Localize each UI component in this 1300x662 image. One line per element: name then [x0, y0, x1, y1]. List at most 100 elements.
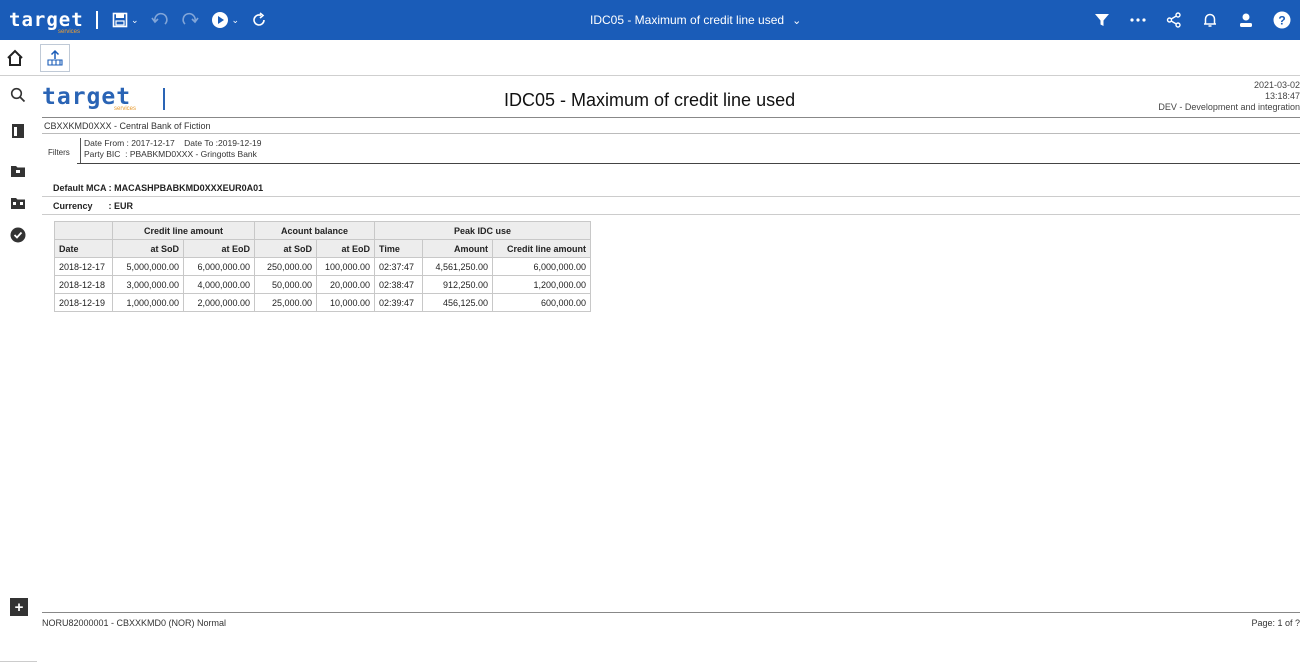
- left-sidebar: [0, 76, 37, 662]
- column-header: Time: [374, 239, 423, 258]
- default-mca: Default MCA : MACASHPBABKMD0XXXEUR0A01: [53, 183, 264, 193]
- table-cell: 4,000,000.00: [183, 275, 255, 294]
- chevron-down-icon: ⌄: [131, 14, 139, 25]
- table-cell: 456,125.00: [422, 293, 493, 312]
- currency-label: Currency: [53, 201, 93, 211]
- footer-status: NORU82000001 - CBXXKMD0 (NOR) Normal: [42, 618, 227, 628]
- help-icon: ?: [1273, 11, 1291, 29]
- more-button[interactable]: [1128, 10, 1148, 30]
- table-cell: 6,000,000.00: [492, 257, 591, 276]
- app-logo: target services: [0, 9, 100, 35]
- table-cell: 25,000.00: [254, 293, 317, 312]
- refresh-button[interactable]: [251, 0, 267, 40]
- shared-folder-icon: [11, 198, 25, 209]
- save-button[interactable]: ⌄: [112, 0, 139, 40]
- table-cell: 250,000.00: [254, 257, 317, 276]
- table-cell: 1,000,000.00: [112, 293, 184, 312]
- group-header-account-balance: Acount balance: [254, 221, 375, 240]
- report-title: IDC05 - Maximum of credit line used: [504, 90, 796, 110]
- divider: [42, 117, 1300, 118]
- filters-box: Date From : 2017-12-17 Date To :2019-12-…: [80, 138, 262, 163]
- top-bar: target services ⌄ ⌄ IDC05 - Maximum of c…: [0, 0, 1300, 40]
- column-header: at EoD: [183, 239, 255, 258]
- table-cell: 5,000,000.00: [112, 257, 184, 276]
- undo-icon: [150, 12, 168, 25]
- table-cell: 2018-12-18: [54, 275, 113, 294]
- run-icon: [211, 12, 228, 28]
- folder-icon: [11, 166, 25, 177]
- document-icon: [12, 124, 24, 138]
- upload-button[interactable]: [40, 44, 70, 72]
- report-date: 2021-03-02: [1253, 80, 1300, 90]
- user-icon: [1240, 13, 1252, 27]
- report-page: target services IDC05 - Maximum of credi…: [42, 76, 1300, 630]
- run-button[interactable]: ⌄: [211, 0, 240, 40]
- bell-icon: [1204, 13, 1216, 27]
- user-button[interactable]: [1236, 10, 1256, 30]
- help-button[interactable]: ?: [1272, 10, 1292, 30]
- window-title-dropdown[interactable]: IDC05 - Maximum of credit line used ⌄: [590, 0, 801, 40]
- table-cell: 2,000,000.00: [183, 293, 255, 312]
- table-cell: 20,000.00: [316, 275, 375, 294]
- divider: [77, 163, 1300, 164]
- divider: [42, 214, 1300, 215]
- table-row: 2018-12-18 3,000,000.00 4,000,000.00 50,…: [54, 275, 591, 294]
- filters-label: Filters: [48, 148, 70, 157]
- report-time: 13:18:47: [1264, 91, 1300, 101]
- footer-divider: [42, 612, 1300, 613]
- column-header: at EoD: [316, 239, 375, 258]
- divider: [42, 196, 1300, 197]
- app-logo-text: target: [9, 9, 84, 31]
- reports-button[interactable]: [9, 122, 27, 140]
- table-header-empty: [54, 221, 113, 240]
- redo-icon: [181, 12, 199, 25]
- credit-line-table: Credit line amount Acount balance Peak I…: [54, 221, 591, 312]
- group-header-peak-idc: Peak IDC use: [374, 221, 591, 240]
- more-icon: [1130, 18, 1146, 22]
- chevron-down-icon: ⌄: [231, 14, 240, 25]
- column-header: at SoD: [254, 239, 317, 258]
- shared-folder-button[interactable]: [9, 194, 27, 212]
- table-cell: 600,000.00: [492, 293, 591, 312]
- table-cell: 1,200,000.00: [492, 275, 591, 294]
- add-button[interactable]: +: [10, 598, 28, 616]
- table-cell: 2018-12-19: [54, 293, 113, 312]
- table-cell: 4,561,250.00: [422, 257, 493, 276]
- table-cell: 02:37:47: [374, 257, 423, 276]
- plus-icon: +: [14, 598, 24, 616]
- column-header: Credit line amount: [492, 239, 591, 258]
- share-icon: [1166, 12, 1181, 28]
- table-cell: 6,000,000.00: [183, 257, 255, 276]
- status-button[interactable]: [9, 226, 27, 244]
- app-logo-sub: services: [58, 29, 81, 35]
- notifications-button[interactable]: [1200, 10, 1220, 30]
- column-header: at SoD: [112, 239, 184, 258]
- table-cell: 50,000.00: [254, 275, 317, 294]
- page-indicator: Page: 1 of ?: [1251, 618, 1300, 628]
- folder-button[interactable]: [9, 162, 27, 180]
- filter-button[interactable]: [1092, 10, 1112, 30]
- table-cell: 02:38:47: [374, 275, 423, 294]
- table-group-header-row: Credit line amount Acount balance Peak I…: [54, 221, 591, 240]
- report-environment: DEV - Development and integration: [1158, 102, 1300, 112]
- currency-row: Currency : EUR: [53, 201, 133, 211]
- home-button[interactable]: [5, 48, 25, 68]
- column-header: Date: [54, 239, 113, 258]
- undo-button[interactable]: [150, 0, 169, 40]
- search-button[interactable]: [9, 86, 27, 104]
- currency-value: : EUR: [108, 201, 134, 211]
- divider: [42, 133, 1300, 134]
- search-icon: [10, 87, 26, 103]
- table-header-row: Date at SoD at EoD at SoD at EoD Time Am…: [54, 239, 591, 258]
- svg-text:?: ?: [1278, 14, 1285, 28]
- upload-icon: [47, 49, 63, 66]
- chevron-down-icon: ⌄: [792, 14, 802, 27]
- column-header: Amount: [422, 239, 493, 258]
- filter-party-bic: Party BIC : PBABKMD0XXX - Gringotts Bank: [84, 149, 257, 159]
- table-cell: 02:39:47: [374, 293, 423, 312]
- table-cell: 2018-12-17: [54, 257, 113, 276]
- filter-icon: [1095, 14, 1109, 26]
- redo-button[interactable]: [181, 0, 199, 40]
- table-cell: 100,000.00: [316, 257, 375, 276]
- share-button[interactable]: [1164, 10, 1184, 30]
